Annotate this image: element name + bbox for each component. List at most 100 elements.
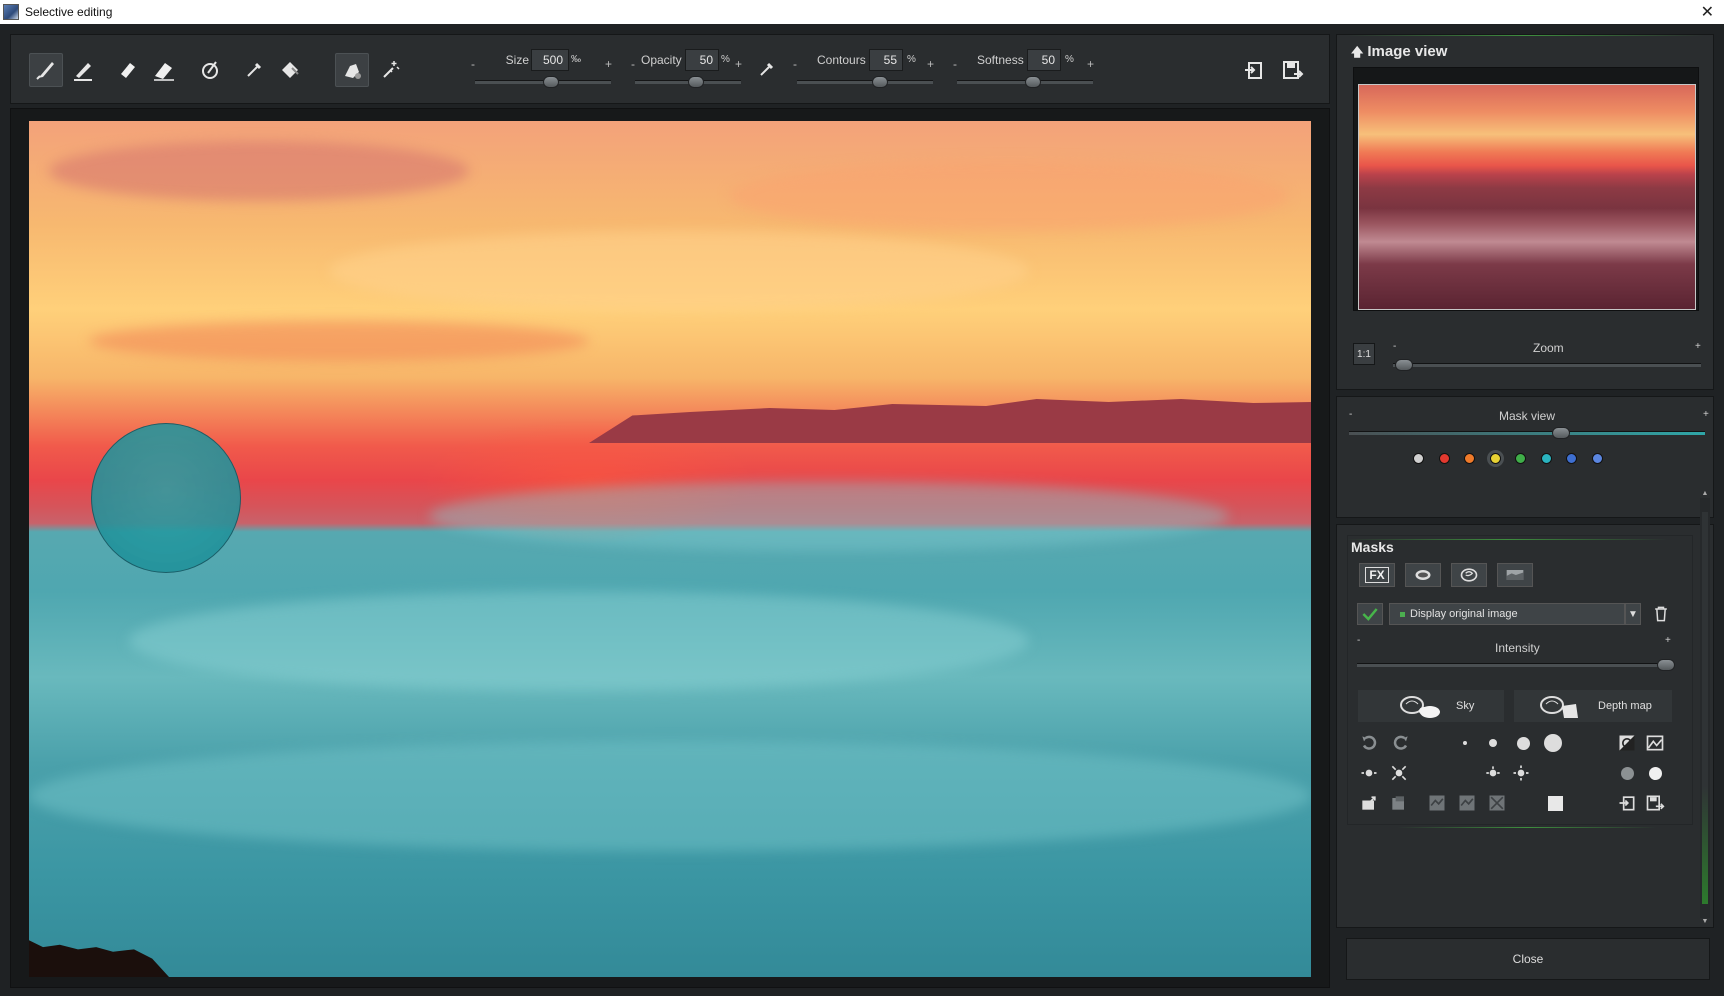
- mask-enable-toggle[interactable]: [1357, 603, 1383, 625]
- mask-color-swatch[interactable]: [1591, 453, 1603, 464]
- copy-mask-button[interactable]: [1387, 791, 1411, 815]
- opacity-slider-thumb[interactable]: [688, 76, 704, 88]
- redo-button[interactable]: [1389, 731, 1413, 755]
- window-close-button[interactable]: ✕: [1701, 2, 1714, 22]
- save-icon: [1646, 795, 1665, 811]
- brush-tool-button[interactable]: [29, 53, 63, 87]
- masks-section: Masks FX Display original image ▼ - Inte…: [1336, 524, 1714, 928]
- brush-icon: [36, 62, 54, 80]
- contours-minus[interactable]: -: [793, 57, 797, 71]
- intensity-slider-track[interactable]: [1357, 663, 1673, 667]
- intensity-slider-thumb[interactable]: [1657, 659, 1675, 671]
- mask-color-swatch[interactable]: [1464, 453, 1475, 464]
- scroll-down-icon[interactable]: ▼: [1700, 918, 1710, 926]
- brush-size-l-button[interactable]: [1541, 731, 1565, 755]
- smart-brush-tool-button[interactable]: [335, 53, 369, 87]
- brush-size-m-button[interactable]: [1511, 731, 1535, 755]
- softness-minus[interactable]: -: [953, 57, 957, 71]
- fill-tool-button[interactable]: [273, 53, 307, 87]
- ai-mask-tab[interactable]: [1451, 563, 1487, 587]
- mask-color-swatch[interactable]: [1566, 453, 1577, 464]
- mask-color-swatch[interactable]: [1489, 453, 1501, 464]
- sky-mask-button[interactable]: Sky: [1357, 689, 1505, 723]
- opacity-pipette-button[interactable]: [749, 53, 783, 87]
- contours-slider-thumb[interactable]: [871, 76, 888, 88]
- size-label: Size: [505, 53, 529, 67]
- mask-op-3-button[interactable]: [1485, 791, 1509, 815]
- zoom-plus[interactable]: +: [1695, 341, 1701, 352]
- mask-view-minus[interactable]: -: [1349, 409, 1352, 420]
- fill-mask-button[interactable]: [1543, 791, 1567, 815]
- load-mask-file-button[interactable]: [1615, 791, 1639, 815]
- zoom-slider-thumb[interactable]: [1395, 359, 1413, 371]
- image-preview[interactable]: [1358, 84, 1696, 310]
- mask-mode-dropdown[interactable]: Display original image: [1389, 603, 1625, 625]
- canvas-frame: [10, 108, 1330, 988]
- undo-button[interactable]: [1357, 731, 1381, 755]
- save-mask-button[interactable]: [1275, 53, 1309, 87]
- mask-op-1-button[interactable]: [1425, 791, 1449, 815]
- softness-input[interactable]: 50: [1027, 49, 1061, 71]
- export-mask-button[interactable]: [1357, 791, 1381, 815]
- mask-color-swatch[interactable]: [1540, 453, 1552, 464]
- selective-mask-tab[interactable]: [1405, 563, 1441, 587]
- masks-scrollbar-thumb[interactable]: [1702, 512, 1708, 904]
- darken-mask-button[interactable]: [1615, 761, 1639, 785]
- size-plus[interactable]: +: [605, 57, 612, 71]
- pipette-tool-button[interactable]: [237, 53, 271, 87]
- brush-size-s-button[interactable]: [1481, 731, 1505, 755]
- mask-view-slider-thumb[interactable]: [1551, 427, 1570, 439]
- opacity-minus[interactable]: -: [631, 57, 635, 71]
- gradient-brush-tool-button[interactable]: [193, 53, 227, 87]
- brush-add-tool-button[interactable]: [67, 53, 101, 87]
- intensity-plus[interactable]: +: [1665, 635, 1671, 646]
- mask-color-swatch[interactable]: [1515, 453, 1526, 464]
- size-unit: ‰: [571, 54, 581, 65]
- softness-slider-thumb[interactable]: [1025, 76, 1041, 88]
- scroll-up-icon[interactable]: ▲: [1700, 490, 1710, 498]
- eraser-soft-tool-button[interactable]: [147, 53, 181, 87]
- size-slider-thumb[interactable]: [543, 76, 559, 88]
- photo-canvas[interactable]: [29, 121, 1311, 977]
- mask-view-plus[interactable]: +: [1703, 409, 1709, 420]
- eraser-tool-button[interactable]: [111, 53, 145, 87]
- contours-input[interactable]: 55: [869, 49, 903, 71]
- mask-op-2-button[interactable]: [1455, 791, 1479, 815]
- invert-mask-button[interactable]: [1615, 731, 1639, 755]
- intensity-minus[interactable]: -: [1357, 635, 1360, 646]
- zoom-slider-track[interactable]: [1393, 363, 1701, 367]
- feather-out-button[interactable]: [1509, 761, 1533, 785]
- dropdown-chevron-button[interactable]: ▼: [1625, 603, 1641, 625]
- contours-slider-track[interactable]: [797, 80, 933, 84]
- collapse-arrow-icon: 🡅: [1351, 45, 1364, 59]
- save-mask-file-button[interactable]: [1643, 791, 1667, 815]
- depth-map-button[interactable]: Depth map: [1513, 689, 1673, 723]
- expand-mask-button[interactable]: [1387, 761, 1411, 785]
- lighten-mask-button[interactable]: [1643, 761, 1667, 785]
- section-divider: [1397, 827, 1657, 828]
- zoom-reset-button[interactable]: 1:1: [1353, 343, 1375, 365]
- mask-landscape-button[interactable]: [1643, 731, 1667, 755]
- image-view-header[interactable]: 🡅 Image view: [1351, 43, 1447, 64]
- size-minus[interactable]: -: [471, 57, 475, 71]
- mask-view-slider-track[interactable]: [1349, 431, 1705, 435]
- brush-size-xs-button[interactable]: [1453, 731, 1477, 755]
- mask-color-swatch[interactable]: [1438, 453, 1450, 464]
- opacity-input[interactable]: 50: [685, 49, 719, 71]
- feather-in-button[interactable]: [1481, 761, 1505, 785]
- close-button[interactable]: Close: [1346, 938, 1710, 980]
- delete-mask-button[interactable]: [1649, 603, 1673, 625]
- contours-plus[interactable]: +: [927, 57, 934, 71]
- shrink-icon: [1361, 769, 1377, 777]
- shrink-mask-button[interactable]: [1357, 761, 1381, 785]
- landscape-mask-tab[interactable]: [1497, 563, 1533, 587]
- opacity-plus[interactable]: +: [735, 57, 742, 71]
- fx-mask-tab[interactable]: FX: [1359, 563, 1395, 587]
- load-mask-button[interactable]: [1237, 53, 1271, 87]
- zoom-minus[interactable]: -: [1393, 341, 1396, 352]
- toolbar: - Size 500 ‰ + - Opacity 50 % + - Contou…: [10, 34, 1330, 104]
- mask-color-swatch[interactable]: [1413, 453, 1424, 464]
- softness-plus[interactable]: +: [1087, 57, 1094, 71]
- magic-wand-tool-button[interactable]: [373, 53, 407, 87]
- size-input[interactable]: 500: [531, 49, 569, 71]
